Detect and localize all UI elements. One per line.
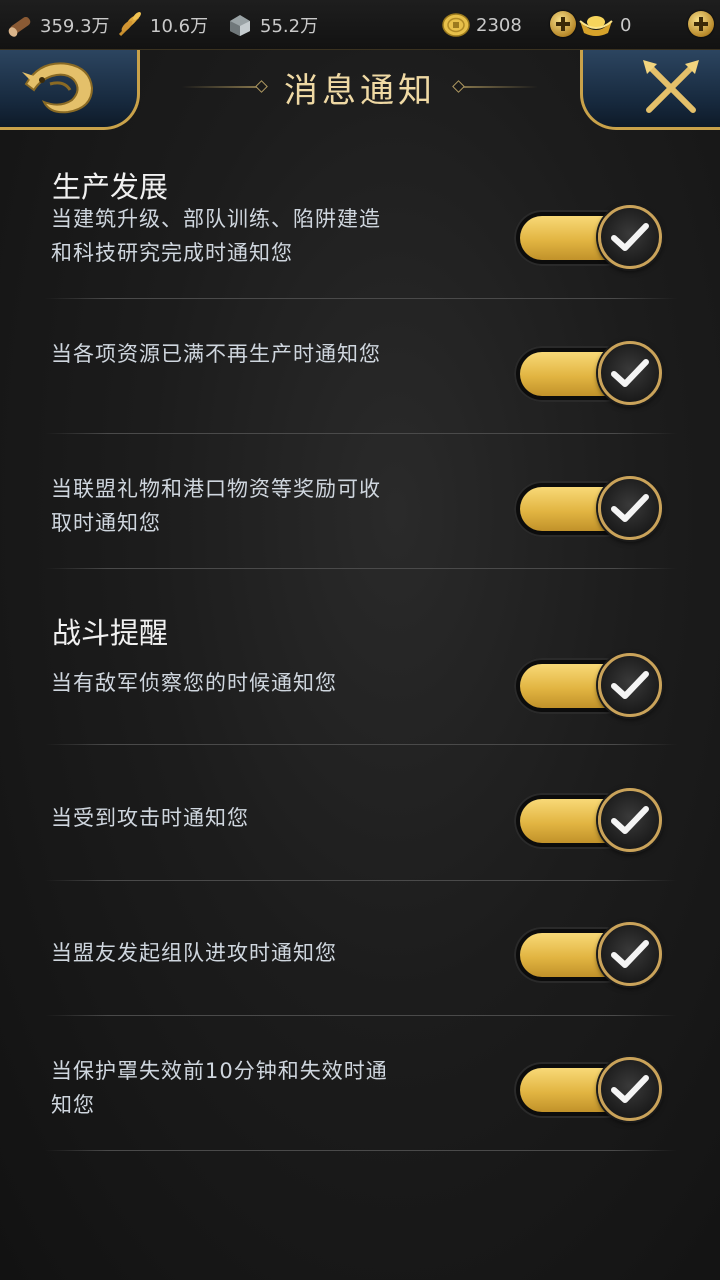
resource-bar: 359.3万 10.6万 55.2万 2308 0 [0,0,720,50]
setting-description: 当受到攻击时通知您 [51,806,249,830]
title-area: 消息通知 [170,62,550,112]
wood-amount: 359.3万 [40,16,110,37]
page-title: 消息通知 [284,70,436,111]
toggle-knob [598,922,662,986]
section-title-production: 生产发展 [52,170,169,204]
title-divider-left [182,86,262,88]
food-amount: 10.6万 [150,16,209,37]
checkmark-icon [611,494,649,522]
coin-resource: 2308 [442,8,522,42]
row-divider [45,744,677,745]
checkmark-icon [611,223,649,251]
stone-amount: 55.2万 [260,16,319,37]
wood-icon [8,16,31,37]
toggle-knob [598,788,662,852]
back-button[interactable] [0,50,140,130]
notification-toggle[interactable] [514,476,664,540]
add-ingots-button[interactable] [688,11,714,37]
toggle-knob [598,205,662,269]
add-coins-button[interactable] [550,11,576,37]
notification-toggle[interactable] [514,922,664,986]
checkmark-icon [611,1075,649,1103]
stone-icon [230,15,250,36]
close-button[interactable] [580,50,720,130]
notification-toggle[interactable] [514,653,664,717]
checkmark-icon [611,359,649,387]
section-title-battle: 战斗提醒 [52,616,169,650]
toggle-knob [598,476,662,540]
notification-toggle[interactable] [514,1057,664,1121]
checkmark-icon [611,671,649,699]
dragon-back-icon [22,62,94,114]
toggle-knob [598,341,662,405]
toggle-knob [598,653,662,717]
setting-description: 当保护罩失效前10分钟和失效时通知您 [51,1059,388,1117]
gold-ingot-icon [579,16,613,36]
ingot-amount: 0 [620,14,632,36]
title-divider-right [458,86,538,88]
row-divider [45,568,677,569]
row-divider [45,433,677,434]
toggle-knob [598,1057,662,1121]
setting-description: 当各项资源已满不再生产时通知您 [51,342,381,366]
checkmark-icon [611,940,649,968]
notification-toggle[interactable] [514,341,664,405]
food-resource: 10.6万 [116,8,208,42]
crossed-spears-close-icon [643,60,699,113]
notification-toggle[interactable] [514,205,664,269]
coin-icon [442,13,470,37]
row-divider [45,1015,677,1016]
setting-description: 当建筑升级、部队训练、陷阱建造和科技研究完成时通知您 [51,207,381,265]
setting-description: 当有敌军侦察您的时候通知您 [51,671,337,695]
row-divider [45,880,677,881]
setting-description: 当联盟礼物和港口物资等奖励可收取时通知您 [51,477,381,535]
checkmark-icon [611,806,649,834]
page-header: 消息通知 [0,50,720,132]
row-divider [45,1150,677,1151]
ingot-resource: 0 [578,8,631,42]
stone-resource: 55.2万 [226,8,318,42]
coin-amount: 2308 [476,14,522,36]
wood-resource: 359.3万 [6,8,110,42]
wheat-icon [118,12,141,37]
setting-description: 当盟友发起组队进攻时通知您 [51,941,337,965]
row-divider [45,298,677,299]
notification-toggle[interactable] [514,788,664,852]
